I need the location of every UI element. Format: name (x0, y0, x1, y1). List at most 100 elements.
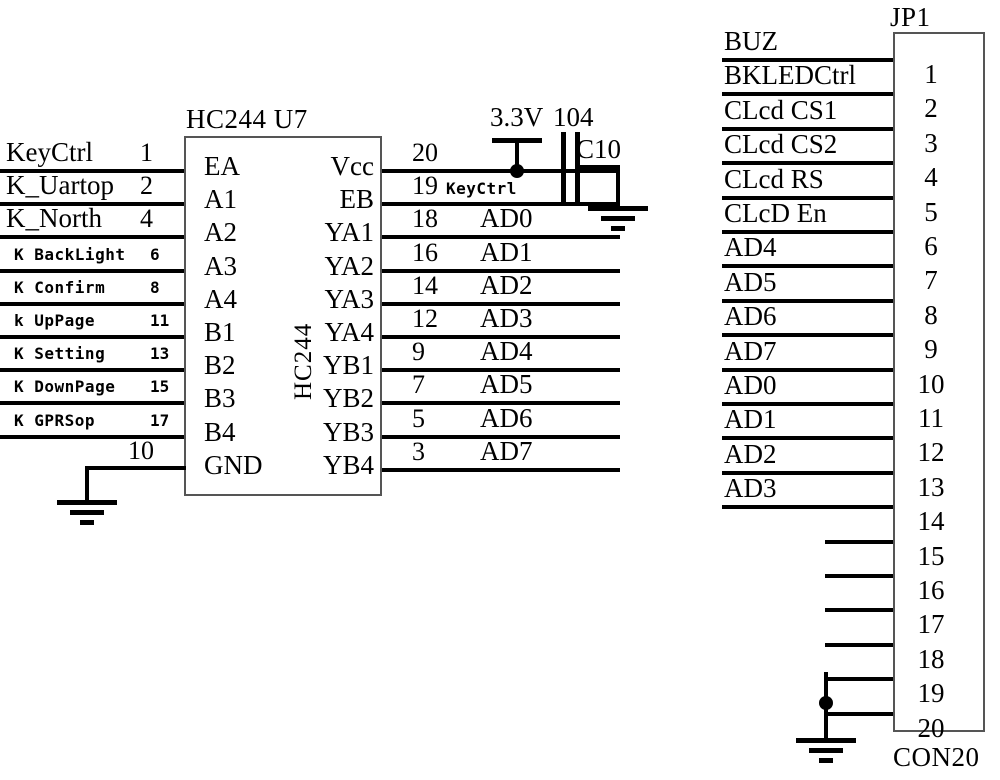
u7-pin-name-a1: A1 (204, 184, 237, 214)
jp1-wire-15[interactable] (825, 540, 893, 544)
jp1-reference-designator: JP1 (890, 2, 931, 32)
u7-pin-name-yb3: YB3 (322, 417, 374, 447)
jp1-net-label-4: CLcd CS2 (724, 129, 838, 159)
u7-pin-name-yb2: YB2 (322, 383, 374, 413)
u7-right-pin-number-12: 12 (412, 304, 438, 333)
u7-pin-name-ya2: YA2 (324, 251, 374, 281)
u7-left-wire-6[interactable] (0, 269, 184, 273)
u7-right-pin-number-20: 20 (412, 138, 438, 167)
jp1-pin-number-5: 5 (924, 197, 938, 227)
jp1-pin-number-4: 4 (924, 162, 938, 192)
capacitor-bottom-wire-horizontal (578, 165, 620, 169)
u7-left-pin-number-13: 13 (150, 344, 170, 363)
u7-left-pin-number-8: 8 (150, 278, 160, 297)
capacitor-plate-left (561, 132, 566, 204)
u7-left-pin-number-15: 15 (150, 377, 170, 396)
jp1-net-label-2: BKLEDCtrl (724, 60, 856, 90)
u7-pin-name-a2: A2 (204, 217, 237, 247)
ground-symbol-jp1 (796, 738, 856, 763)
power-rail-label: 3.3V (490, 102, 544, 132)
u7-pin-name-vcc: Vcc (330, 151, 374, 181)
jp1-net-label-8: AD5 (724, 267, 777, 297)
u7-pin-name-b3: B3 (204, 383, 236, 413)
schematic-canvas: HC244 U7 HC244 KeyCtrl 1 EA K_Uartop 2 A1 K_No… (0, 0, 1000, 780)
cap-reference-label: C10 (576, 134, 622, 164)
u7-net-label-4: K_North (6, 203, 102, 233)
ground-symbol-u7 (57, 500, 117, 525)
u7-gnd-wire-vertical (85, 466, 89, 502)
u7-right-pin-number-9: 9 (412, 337, 425, 366)
u7-left-wire-13[interactable] (0, 368, 184, 372)
jp1-wire-18[interactable] (825, 643, 893, 647)
jp1-pin-number-9: 9 (924, 334, 938, 364)
u7-pin-name-b1: B1 (204, 317, 236, 347)
u7-right-pin-number-3: 3 (412, 437, 425, 466)
capacitor-bottom-wire-vertical (616, 165, 620, 205)
jp1-gnd-drop-wire (824, 702, 828, 740)
jp1-net-label-7: AD4 (724, 232, 777, 262)
jp1-pin-number-11: 11 (918, 403, 944, 433)
jp1-net-label-12: AD1 (724, 404, 777, 434)
u7-pin-name-ya1: YA1 (324, 217, 374, 247)
u7-left-pin-number-2: 2 (140, 171, 153, 200)
u7-pin-name-a3: A3 (204, 251, 237, 281)
u7-right-net-label-3: AD7 (480, 436, 533, 466)
u7-right-pin-number-16: 16 (412, 238, 438, 267)
u7-pin-name-eb: EB (339, 184, 374, 214)
u7-left-wire-17[interactable] (0, 435, 184, 439)
jp1-wire-14[interactable] (722, 505, 893, 509)
jp1-pin-number-3: 3 (924, 128, 938, 158)
jp1-pin-number-19: 19 (917, 678, 945, 708)
u7-pin-name-gnd: GND (204, 450, 263, 480)
u7-right-pin-number-19: 19 (412, 171, 438, 200)
u7-reference-designator: HC244 U7 (186, 104, 308, 134)
u7-left-wire-11[interactable] (0, 335, 184, 339)
u7-right-net-label-7: AD5 (480, 369, 533, 399)
ground-symbol-capacitor (588, 206, 648, 231)
u7-pin-name-b2: B2 (204, 350, 236, 380)
u7-right-pin-number-5: 5 (412, 404, 425, 433)
jp1-wire-16[interactable] (825, 574, 893, 578)
jp1-pin-number-7: 7 (924, 265, 938, 295)
jp1-pin-number-12: 12 (917, 437, 945, 467)
cap-value-label: 104 (553, 102, 594, 132)
jp1-pin-number-1: 1 (924, 59, 938, 89)
jp1-pin-number-10: 10 (917, 369, 945, 399)
jp1-net-label-5: CLcd RS (724, 164, 824, 194)
u7-right-net-label-18: AD0 (480, 203, 533, 233)
u7-net-label-17: K GPRSop (14, 411, 96, 430)
u7-pin-name-ya3: YA3 (324, 284, 374, 314)
u7-right-pin-number-18: 18 (412, 204, 438, 233)
u7-pin-name-ya4: YA4 (324, 317, 374, 347)
u7-net-label-2: K_Uartop (6, 170, 114, 200)
jp1-wire-17[interactable] (825, 608, 893, 612)
u7-pin-name-ea: EA (204, 151, 240, 181)
jp1-net-label-3: CLcd CS1 (724, 95, 838, 125)
jp1-net-label-11: AD0 (724, 370, 777, 400)
u7-net-label-1: KeyCtrl (6, 137, 93, 167)
jp1-net-label-9: AD6 (724, 301, 777, 331)
u7-left-pin-number-10: 10 (128, 436, 154, 465)
u7-net-label-11: k UpPage (14, 311, 96, 330)
jp1-pin-number-6: 6 (924, 231, 938, 261)
u7-pin-name-yb1: YB1 (322, 350, 374, 380)
jp1-pin-number-16: 16 (917, 575, 945, 605)
u7-left-wire-8[interactable] (0, 302, 184, 306)
jp1-net-label-10: AD7 (724, 336, 777, 366)
jp1-footprint-label: CON20 (893, 742, 980, 772)
u7-right-net-label-16: AD1 (480, 237, 533, 267)
u7-left-pin-number-1: 1 (140, 138, 153, 167)
u7-left-wire-15[interactable] (0, 401, 184, 405)
u7-right-net-label-19: KeyCtrl (446, 179, 517, 198)
u7-pin-name-b4: B4 (204, 417, 236, 447)
jp1-wire-20[interactable] (824, 712, 893, 716)
jp1-wire-19[interactable] (824, 677, 893, 681)
u7-left-wire-4[interactable] (0, 235, 184, 239)
jp1-net-label-14: AD3 (724, 473, 777, 503)
jp1-pin-number-13: 13 (917, 472, 945, 502)
jp1-net-label-6: CLcD En (724, 198, 827, 228)
u7-right-wire-3[interactable] (382, 468, 620, 472)
u7-net-label-15: K DownPage (14, 377, 116, 396)
u7-pin-name-a4: A4 (204, 284, 237, 314)
u7-gnd-wire-horizontal (85, 466, 186, 470)
